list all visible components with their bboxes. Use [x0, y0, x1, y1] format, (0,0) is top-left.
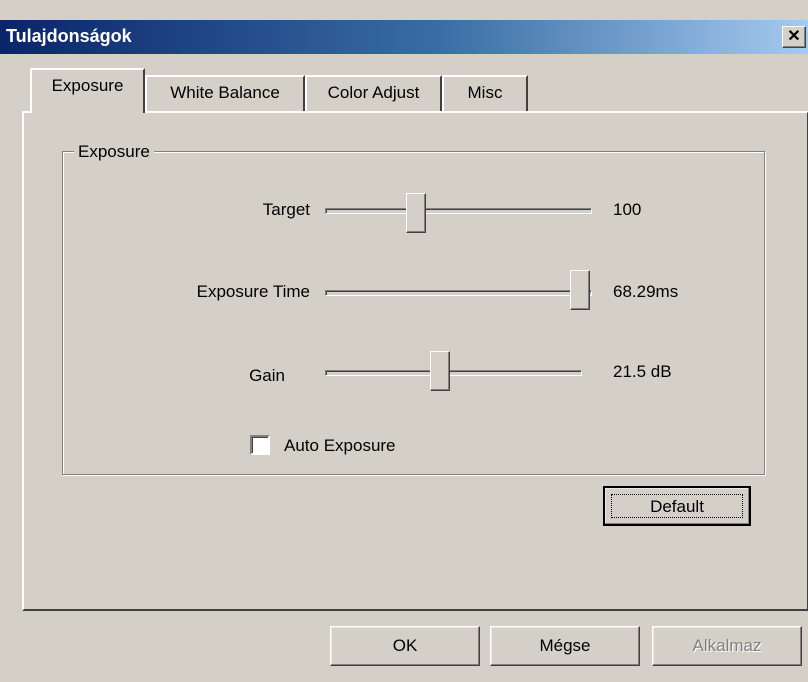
target-slider-track[interactable]	[325, 208, 592, 214]
window-title: Tulajdonságok	[6, 26, 132, 46]
close-icon: ✕	[787, 28, 801, 45]
exposure-time-slider-thumb[interactable]	[570, 270, 590, 310]
target-value: 100	[613, 200, 642, 219]
tab-label: Color Adjust	[327, 83, 420, 102]
exposure-time-label: Exposure Time	[196, 282, 310, 301]
gain-label: Gain	[249, 366, 285, 385]
tab-white-balance[interactable]: White Balance	[145, 75, 305, 111]
tab-label: Misc	[467, 83, 503, 102]
apply-button-label: Alkalmaz	[692, 636, 762, 655]
auto-exposure-checkbox[interactable]	[250, 435, 270, 455]
apply-button[interactable]: Alkalmaz	[652, 626, 802, 666]
ok-button[interactable]: OK	[330, 626, 480, 666]
target-label: Target	[262, 200, 310, 219]
cancel-button[interactable]: Mégse	[490, 626, 640, 666]
ok-button-label: OK	[392, 636, 418, 655]
close-button[interactable]: ✕	[782, 26, 806, 48]
gain-slider-track[interactable]	[325, 370, 582, 376]
cancel-button-label: Mégse	[539, 636, 591, 655]
tab-misc[interactable]: Misc	[442, 75, 528, 111]
tab-label: White Balance	[170, 83, 280, 102]
tab-exposure[interactable]: Exposure	[30, 68, 145, 113]
auto-exposure-label[interactable]: Auto Exposure	[284, 436, 396, 456]
exposure-time-slider-track[interactable]	[325, 290, 592, 296]
groupbox-title: Exposure	[74, 142, 154, 162]
tab-color-adjust[interactable]: Color Adjust	[305, 75, 442, 111]
exposure-time-value: 68.29ms	[613, 282, 679, 301]
default-button-label: Default	[650, 497, 704, 516]
gain-slider-thumb[interactable]	[430, 351, 450, 391]
gain-value: 21.5 dB	[613, 362, 672, 381]
target-slider-thumb[interactable]	[406, 193, 426, 233]
default-button[interactable]: Default	[603, 486, 751, 526]
title-bar[interactable]: Tulajdonságok ✕	[0, 20, 808, 54]
tab-label: Exposure	[51, 76, 124, 95]
